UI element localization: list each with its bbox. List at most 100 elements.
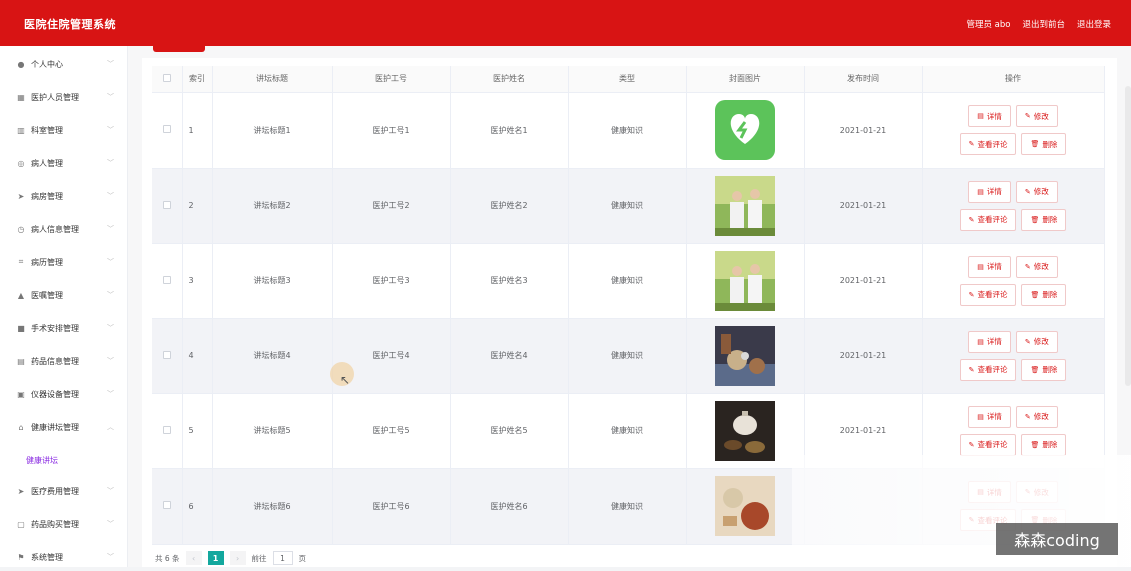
edit-button[interactable]: ✎修改 <box>1015 330 1058 353</box>
sidebar-item-department[interactable]: ▥ 科室管理 ﹀ <box>0 116 128 144</box>
submenu-health-forum[interactable]: 健康讲坛 <box>0 449 128 471</box>
row-checkbox[interactable] <box>162 425 171 434</box>
row-checkbox[interactable] <box>162 350 171 359</box>
view-comments-button[interactable]: ✎查看评论 <box>959 283 1017 306</box>
row-select-cell[interactable] <box>152 393 183 469</box>
chevron-down-icon: ﹀ <box>107 225 114 233</box>
sidebar-item-devices[interactable]: ▣ 仪器设备管理 ﹀ <box>0 380 128 408</box>
edit-button[interactable]: ✎修改 <box>1015 180 1058 203</box>
select-all-header[interactable] <box>152 66 183 93</box>
view-comments-label: 查看评论 <box>977 440 1008 449</box>
goto-page-input[interactable]: 1 <box>272 551 293 565</box>
chevron-down-icon: ﹀ <box>107 357 114 365</box>
detail-label: 详情 <box>986 337 1002 346</box>
doc-icon: ■ <box>17 323 25 333</box>
row-select-cell[interactable] <box>152 243 183 319</box>
view-comments-label: 查看评论 <box>977 215 1008 224</box>
row-select-cell[interactable] <box>152 168 183 244</box>
sidebar-item-label: 手术安排管理 <box>31 323 79 333</box>
sidebar-item-records[interactable]: ⌗ 病历管理 ﹀ <box>0 248 128 276</box>
sidebar-item-ward[interactable]: ➤ 病房管理 ﹀ <box>0 182 128 210</box>
select-all-checkbox[interactable] <box>162 73 171 82</box>
col-header: 封面图片 <box>686 66 805 93</box>
row-checkbox[interactable] <box>162 501 171 509</box>
trash-icon: 🗑 <box>1030 365 1040 374</box>
sidebar-item-health-forum[interactable]: ⌂ 健康讲坛管理 ︿ <box>0 413 128 441</box>
chevron-down-icon: ﹀ <box>107 553 114 561</box>
edit-icon: ✎ <box>1024 262 1031 271</box>
row-staff-name: 医护姓名5 <box>450 393 569 469</box>
delete-button[interactable]: 🗑删除 <box>1021 133 1067 155</box>
edit-button[interactable]: ✎修改 <box>1015 405 1058 428</box>
delete-button[interactable]: 🗑删除 <box>1021 208 1067 231</box>
admin-name: 管理员 abo <box>966 20 1011 30</box>
sidebar-item-personal-center[interactable]: ● 个人中心 ﹀ <box>0 50 128 78</box>
edit-button[interactable]: ✎修改 <box>1015 105 1058 127</box>
edit-icon: ✎ <box>1024 187 1031 196</box>
mouse-cursor-icon: ↖ <box>340 373 351 387</box>
row-checkbox[interactable] <box>162 275 171 284</box>
sidebar-item-surgery[interactable]: ■ 手术安排管理 ﹀ <box>0 314 128 342</box>
detail-button[interactable]: ▤详情 <box>968 255 1011 278</box>
goto-label: 前往 <box>251 553 267 563</box>
edit-icon: ✎ <box>1024 112 1031 120</box>
scrollbar[interactable] <box>1125 86 1131 386</box>
next-page-button[interactable]: › <box>229 551 246 565</box>
col-header: 索引 <box>182 66 213 93</box>
sidebar-item-label: 仪器设备管理 <box>31 389 79 399</box>
device-icon: ▣ <box>17 389 25 399</box>
row-staff-name: 医护姓名4 <box>450 318 569 394</box>
delete-button[interactable]: 🗑删除 <box>1021 433 1067 456</box>
edit-icon: ✎ <box>968 215 975 224</box>
row-cover-image-cell <box>686 468 805 545</box>
sidebar-item-staff[interactable]: ▦ 医护人员管理 ﹀ <box>0 83 128 111</box>
prev-page-button[interactable]: ‹ <box>185 551 202 565</box>
row-select-cell[interactable] <box>152 92 183 169</box>
row-checkbox[interactable] <box>162 125 171 133</box>
detail-button[interactable]: ▤详情 <box>968 330 1011 353</box>
edit-button[interactable]: ✎修改 <box>1015 255 1058 278</box>
row-date: 2021-01-21 <box>804 92 923 169</box>
row-select-cell[interactable] <box>152 468 183 545</box>
sidebar-item-patient-info[interactable]: ◷ 病人信息管理 ﹀ <box>0 215 128 243</box>
chevron-down-icon: ﹀ <box>107 487 114 495</box>
detail-button[interactable]: ▤详情 <box>968 405 1011 428</box>
row-cover-image-cell <box>686 318 805 394</box>
document-icon: ▤ <box>977 187 984 196</box>
send-icon: ➤ <box>17 486 25 496</box>
trash-icon: 🗑 <box>1030 290 1040 299</box>
row-type: 健康知识 <box>568 318 687 394</box>
table-row: 4 讲坛标题4 医护工号4 医护姓名4 健康知识 2021-01-21 ▤ 详情 … <box>152 318 1105 394</box>
row-checkbox[interactable] <box>162 200 171 209</box>
page-number-current[interactable]: 1 <box>207 551 224 565</box>
chevron-down-icon: ﹀ <box>107 192 114 200</box>
sidebar-item-medical-fees[interactable]: ➤ 医疗费用管理 ﹀ <box>0 477 128 505</box>
row-index: 1 <box>182 92 213 169</box>
view-comments-button[interactable]: ✎查看评论 <box>959 433 1017 456</box>
col-header: 讲坛标题 <box>212 66 333 93</box>
chevron-down-icon: ﹀ <box>107 60 114 68</box>
delete-button[interactable]: 🗑删除 <box>1021 358 1067 381</box>
chevron-down-icon: ﹀ <box>107 390 114 398</box>
trash-icon: 🗑 <box>1030 140 1040 148</box>
row-cover-image-cell <box>686 92 805 169</box>
sidebar-item-label: 病房管理 <box>31 191 63 201</box>
delete-button[interactable]: 🗑删除 <box>1021 283 1067 306</box>
home-icon: ⌂ <box>18 422 24 432</box>
detail-button[interactable]: ▤详情 <box>968 180 1011 203</box>
view-comments-button[interactable]: ✎查看评论 <box>959 358 1017 381</box>
row-select-cell[interactable] <box>152 318 183 394</box>
view-comments-button[interactable]: ✎查看评论 <box>959 133 1017 155</box>
sidebar-item-drug-info[interactable]: ▤ 药品信息管理 ﹀ <box>0 347 128 375</box>
detail-button[interactable]: ▤详情 <box>968 105 1011 127</box>
cover-image <box>715 100 775 160</box>
back-to-front-link[interactable]: 退出到前台 <box>1022 18 1065 30</box>
sidebar-item-label: 病历管理 <box>31 257 63 267</box>
view-comments-button[interactable]: ✎查看评论 <box>959 208 1017 231</box>
sidebar-item-patient[interactable]: ◎ 病人管理 ﹀ <box>0 149 128 177</box>
sidebar-item-orders[interactable]: ▲ 医嘱管理 ﹀ <box>0 281 128 309</box>
document-icon: ▤ <box>977 112 984 120</box>
logout-link[interactable]: 退出登录 <box>1077 18 1111 30</box>
row-cover-image-cell <box>686 168 805 244</box>
sidebar-item-drug-purchase[interactable]: ▢ 药品购买管理 ﹀ <box>0 510 128 538</box>
